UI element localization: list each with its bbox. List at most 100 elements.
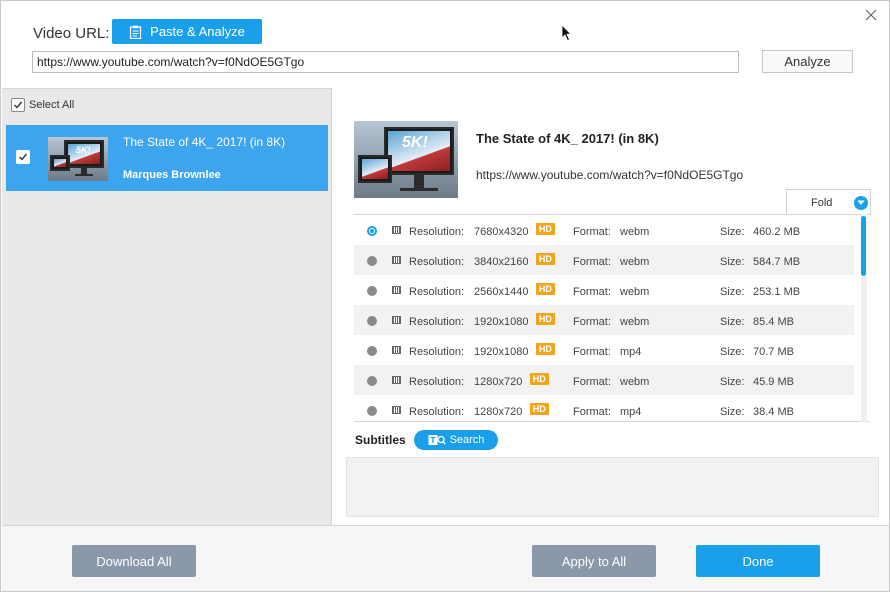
format-list: Resolution: 7680x4320 HD Format: webm Size: 46… bbox=[354, 214, 870, 422]
close-icon[interactable] bbox=[863, 7, 879, 23]
footer-bar: Download All Apply to All Done bbox=[2, 525, 889, 591]
format-row[interactable]: Resolution: 1280x720 HD Format: mp4 Size: 38.4… bbox=[354, 395, 854, 421]
video-list-item[interactable]: 5K! The State of 4K_ 2017! (in 8K) Marqu… bbox=[6, 125, 328, 191]
checkmark-icon bbox=[14, 101, 23, 109]
resolution-label: Resolution: bbox=[409, 376, 465, 388]
subtitle-search-button[interactable]: Search bbox=[414, 430, 498, 450]
analyze-button[interactable]: Analyze bbox=[762, 50, 853, 73]
film-icon bbox=[392, 316, 401, 324]
size-value: 70.7 MB bbox=[753, 346, 794, 358]
resolution-label: Resolution: bbox=[409, 286, 465, 298]
video-item-checkbox[interactable] bbox=[16, 150, 30, 164]
format-label: Format: bbox=[573, 406, 611, 418]
hd-badge: HD bbox=[535, 223, 555, 235]
format-radio[interactable] bbox=[367, 346, 377, 356]
video-list-panel: Select All 5K! The State of 4K_ 2017! (i… bbox=[2, 88, 332, 525]
mouse-cursor-icon bbox=[561, 24, 572, 42]
download-dialog: Video URL: Paste & Analyze Analyze Selec… bbox=[0, 0, 890, 592]
size-label: Size: bbox=[720, 286, 745, 298]
video-item-author: Marques Brownlee bbox=[123, 169, 221, 181]
format-row[interactable]: Resolution: 1280x720 HD Format: webm Size: 45.… bbox=[354, 365, 854, 395]
film-icon bbox=[392, 256, 401, 264]
film-icon bbox=[392, 376, 401, 384]
size-label: Size: bbox=[720, 406, 745, 418]
checkmark-icon bbox=[19, 153, 28, 161]
hd-badge: HD bbox=[535, 313, 555, 325]
resolution-label: Resolution: bbox=[409, 406, 465, 418]
video-item-title: The State of 4K_ 2017! (in 8K) bbox=[123, 135, 286, 149]
paste-analyze-button[interactable]: Paste & Analyze bbox=[112, 19, 262, 44]
fold-toggle[interactable]: Fold bbox=[786, 189, 871, 215]
done-button[interactable]: Done bbox=[696, 545, 820, 577]
format-label: Format: bbox=[573, 316, 611, 328]
size-value: 38.4 MB bbox=[753, 406, 794, 418]
size-label: Size: bbox=[720, 346, 745, 358]
format-row[interactable]: Resolution: 1920x1080 HD Format: webm Size: 85… bbox=[354, 305, 854, 335]
format-radio[interactable] bbox=[367, 376, 377, 386]
size-value: 584.7 MB bbox=[753, 256, 801, 268]
resolution-label: Resolution: bbox=[409, 226, 465, 238]
thumbnail-5k-text-large: 5K! bbox=[402, 134, 428, 151]
chevron-down-icon bbox=[854, 196, 868, 210]
format-value: webm bbox=[620, 256, 650, 268]
format-label: Format: bbox=[573, 346, 611, 358]
format-row[interactable]: Resolution: 3840x2160 HD Format: webm Size: 58… bbox=[354, 245, 854, 275]
resolution-label: Resolution: bbox=[409, 256, 465, 268]
format-value: mp4 bbox=[620, 406, 642, 418]
format-list-scrollbar-thumb[interactable] bbox=[861, 216, 866, 276]
subtitle-search-icon bbox=[428, 435, 446, 445]
select-all-checkbox[interactable] bbox=[11, 98, 25, 112]
video-url-label: Video URL: bbox=[33, 25, 110, 42]
resolution-label: Resolution: bbox=[409, 316, 465, 328]
format-value: webm bbox=[620, 286, 650, 298]
format-label: Format: bbox=[573, 286, 611, 298]
fold-label: Fold bbox=[811, 197, 833, 209]
apply-to-all-button[interactable]: Apply to All bbox=[532, 545, 656, 577]
download-all-button[interactable]: Download All bbox=[72, 545, 196, 577]
format-radio[interactable] bbox=[367, 286, 377, 296]
format-value: mp4 bbox=[620, 346, 642, 358]
resolution-label: Resolution: bbox=[409, 346, 465, 358]
resolution-value: 1920x1080 bbox=[474, 316, 529, 328]
format-value: webm bbox=[620, 316, 650, 328]
video-thumbnail: 5K! bbox=[48, 137, 108, 181]
format-radio[interactable] bbox=[367, 316, 377, 326]
clipboard-icon bbox=[130, 25, 142, 39]
video-url-input[interactable] bbox=[32, 51, 739, 73]
format-row[interactable]: Resolution: 1920x1080 HD Format: mp4 Size: 70.… bbox=[354, 335, 854, 365]
resolution-value: 2560x1440 bbox=[474, 286, 529, 298]
resolution-value: 1280x720 bbox=[474, 406, 523, 418]
video-url: https://www.youtube.com/watch?v=f0NdOE5G… bbox=[476, 168, 744, 182]
size-value: 45.9 MB bbox=[753, 376, 794, 388]
hd-badge: HD bbox=[529, 373, 549, 385]
video-thumbnail-large: 5K! bbox=[354, 121, 458, 198]
size-value: 460.2 MB bbox=[753, 226, 801, 238]
select-all-toggle[interactable]: Select All bbox=[11, 98, 74, 112]
format-label: Format: bbox=[573, 226, 611, 238]
format-radio[interactable] bbox=[367, 256, 377, 266]
resolution-value: 3840x2160 bbox=[474, 256, 529, 268]
resolution-value: 1280x720 bbox=[474, 376, 523, 388]
size-value: 253.1 MB bbox=[753, 286, 801, 298]
subtitles-label: Subtitles bbox=[355, 433, 406, 447]
video-title: The State of 4K_ 2017! (in 8K) bbox=[476, 131, 659, 146]
format-row[interactable]: Resolution: 2560x1440 HD Format: webm Size: 25… bbox=[354, 275, 854, 305]
resolution-value: 7680x4320 bbox=[474, 226, 529, 238]
size-label: Size: bbox=[720, 256, 745, 268]
subtitles-area bbox=[346, 457, 879, 517]
size-label: Size: bbox=[720, 226, 745, 238]
format-radio[interactable] bbox=[367, 226, 377, 236]
format-radio[interactable] bbox=[367, 406, 377, 416]
select-all-label: Select All bbox=[29, 99, 75, 111]
paste-analyze-label: Paste & Analyze bbox=[150, 24, 245, 39]
format-value: webm bbox=[620, 376, 650, 388]
film-icon bbox=[392, 346, 401, 354]
film-icon bbox=[392, 286, 401, 294]
resolution-value: 1920x1080 bbox=[474, 346, 529, 358]
hd-badge: HD bbox=[535, 283, 555, 295]
film-icon bbox=[392, 226, 401, 234]
format-label: Format: bbox=[573, 256, 611, 268]
hd-badge: HD bbox=[535, 253, 555, 265]
format-row[interactable]: Resolution: 7680x4320 HD Format: webm Size: 46… bbox=[354, 215, 854, 245]
size-label: Size: bbox=[720, 376, 745, 388]
